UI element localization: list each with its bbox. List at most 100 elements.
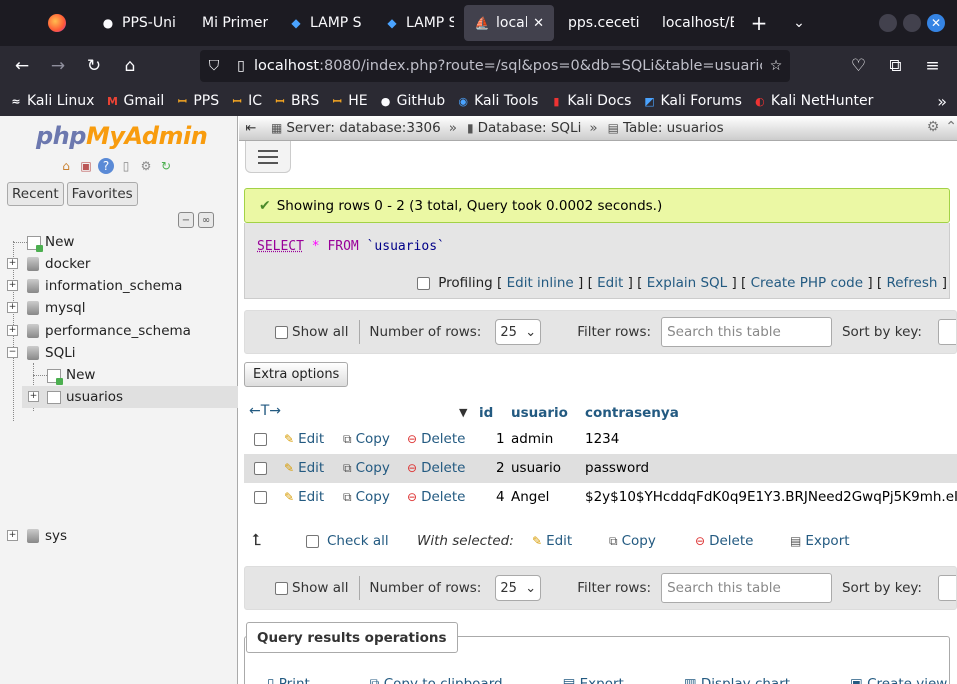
expand-icon[interactable]: + xyxy=(7,302,18,313)
expand-icon[interactable]: + xyxy=(7,258,18,269)
column-header-contrasenya[interactable]: contrasenya xyxy=(585,405,679,421)
cell-usuario[interactable]: admin xyxy=(511,431,553,447)
check-all-checkbox[interactable] xyxy=(306,535,319,548)
new-tab-icon[interactable]: + xyxy=(744,11,774,35)
bulk-copy-button[interactable]: ⧉ Copy xyxy=(609,533,656,549)
row-checkbox[interactable] xyxy=(254,491,267,504)
expand-icon[interactable]: + xyxy=(7,325,18,336)
tree-db-information-schema[interactable]: information_schema xyxy=(45,275,182,297)
recent-tables-button[interactable]: Recent xyxy=(7,182,64,206)
row-copy-link[interactable]: ⧉ Copy xyxy=(343,489,390,505)
maximize-icon[interactable] xyxy=(903,14,921,32)
browser-tab-active[interactable]: ⛵ localh ✕ xyxy=(464,5,554,41)
browser-tab[interactable]: Mi Primera xyxy=(186,5,278,41)
row-delete-link[interactable]: ⊖ Delete xyxy=(407,460,465,476)
number-of-rows-select[interactable]: 25 ⌄ xyxy=(495,575,542,601)
toggle-nav-arrow-icon[interactable]: ⇤ xyxy=(241,121,261,136)
sort-desc-icon[interactable]: ▼ xyxy=(459,406,467,419)
print-link[interactable]: ▯ Print xyxy=(267,676,340,684)
row-delete-link[interactable]: ⊖ Delete xyxy=(407,431,465,447)
bookmarks-overflow-icon[interactable]: » xyxy=(937,92,947,111)
settings-gear-icon[interactable]: ⚙ xyxy=(927,119,940,135)
shield-icon[interactable]: ⛉ xyxy=(200,58,228,74)
bookmark-ic[interactable]: ꟷ IC xyxy=(229,93,262,109)
browser-tab[interactable]: ● PPS-Uni xyxy=(90,5,186,41)
bookmark-github[interactable]: ● GitHub xyxy=(378,93,445,109)
create-php-code-link[interactable]: Create PHP code xyxy=(751,275,863,291)
column-header-id[interactable]: id xyxy=(479,405,493,421)
row-checkbox[interactable] xyxy=(254,462,267,475)
cell-usuario[interactable]: usuario xyxy=(511,460,561,476)
refresh-link[interactable]: Refresh xyxy=(886,275,937,291)
row-edit-link[interactable]: ✎ Edit xyxy=(284,489,324,505)
reload-icon[interactable]: ↻ xyxy=(76,56,112,76)
tree-db-mysql[interactable]: mysql xyxy=(45,297,86,319)
page-icon[interactable]: ▯ xyxy=(228,58,254,74)
bookmark-kali-tools[interactable]: ◉ Kali Tools xyxy=(455,93,538,109)
tree-db-docker[interactable]: docker xyxy=(45,253,90,275)
expand-icon[interactable]: + xyxy=(7,280,18,291)
link-with-main-icon[interactable]: ∞ xyxy=(198,212,214,228)
firefox-icon[interactable] xyxy=(48,14,66,32)
cell-id[interactable]: 4 xyxy=(496,489,505,505)
bookmark-brs[interactable]: ꟷ BRS xyxy=(272,93,320,109)
cell-id[interactable]: 1 xyxy=(496,431,505,447)
main-menu-toggle[interactable] xyxy=(245,141,291,173)
url-bar[interactable]: ⛉ ▯ localhost:8080/index.php?route=/sql&… xyxy=(200,50,790,82)
hamburger-menu-icon[interactable]: ≡ xyxy=(914,56,951,76)
sort-by-key-select[interactable] xyxy=(937,575,956,601)
tree-table-usuarios[interactable]: usuarios xyxy=(66,386,123,408)
sort-by-key-select[interactable] xyxy=(937,319,956,345)
collapse-icon[interactable]: − xyxy=(7,347,18,358)
pocket-icon[interactable]: ♡ xyxy=(840,56,877,76)
minimize-icon[interactable] xyxy=(879,14,897,32)
tree-item-sqli-new[interactable]: New xyxy=(66,364,95,386)
forward-icon[interactable]: → xyxy=(40,56,76,76)
settings-gear-icon[interactable]: ⚙ xyxy=(138,158,154,174)
favorite-tables-button[interactable]: Favorites xyxy=(66,182,138,206)
row-edit-link[interactable]: ✎ Edit xyxy=(284,431,324,447)
bookmark-star-icon[interactable]: ☆ xyxy=(762,58,790,74)
row-edit-link[interactable]: ✎ Edit xyxy=(284,460,324,476)
display-chart-link[interactable]: ▥ Display chart xyxy=(684,676,820,684)
check-all-link[interactable]: Check all xyxy=(327,533,389,549)
browser-tab[interactable]: ◆ LAMP S xyxy=(374,5,464,41)
bookmark-gmail[interactable]: M Gmail xyxy=(104,93,164,109)
row-copy-link[interactable]: ⧉ Copy xyxy=(343,460,390,476)
breadcrumb-table[interactable]: ▤ Table: usuarios xyxy=(598,120,724,136)
bulk-delete-button[interactable]: ⊖ Delete xyxy=(695,533,753,549)
filter-rows-input[interactable]: Search this table xyxy=(661,573,832,603)
extra-options-button[interactable]: Extra options xyxy=(244,362,349,387)
breadcrumb-database[interactable]: ▮ Database: SQLi xyxy=(457,120,581,136)
cell-contrasenya[interactable]: password xyxy=(585,460,649,476)
tree-db-sqli[interactable]: SQLi xyxy=(45,342,75,364)
collapse-top-icon[interactable]: ⌃ xyxy=(945,119,957,135)
bookmark-kali-linux[interactable]: ≈ Kali Linux xyxy=(8,93,94,109)
row-copy-link[interactable]: ⧉ Copy xyxy=(343,431,390,447)
export-link[interactable]: ▤ Export xyxy=(563,676,654,684)
expand-icon[interactable]: + xyxy=(7,530,18,541)
tab-list-icon[interactable]: ⌄ xyxy=(784,15,814,31)
back-icon[interactable]: ← xyxy=(4,56,40,76)
show-all-checkbox[interactable] xyxy=(275,581,288,595)
show-all-checkbox[interactable] xyxy=(275,325,288,339)
breadcrumb-server[interactable]: ▦ Server: database:3306 xyxy=(261,120,441,136)
profiling-checkbox[interactable] xyxy=(417,276,431,290)
tree-item-new[interactable]: New xyxy=(45,231,74,253)
browser-tab[interactable]: pps.ceceti xyxy=(554,5,650,41)
reload-nav-icon[interactable]: ↻ xyxy=(158,158,174,174)
cell-id[interactable]: 2 xyxy=(496,460,505,476)
cell-contrasenya[interactable]: 1234 xyxy=(585,431,619,447)
browser-tab[interactable]: ◆ LAMP S xyxy=(278,5,374,41)
create-view-link[interactable]: ▣ Create view xyxy=(850,676,957,684)
close-tab-icon[interactable]: ✕ xyxy=(533,16,544,31)
logout-icon[interactable]: ▣ xyxy=(78,158,94,174)
collapse-all-icon[interactable]: − xyxy=(178,212,194,228)
bulk-export-button[interactable]: ▤ Export xyxy=(790,533,850,549)
home-icon[interactable]: ⌂ xyxy=(112,56,148,76)
expand-icon[interactable]: + xyxy=(28,391,39,402)
cell-contrasenya[interactable]: $2y$10$YHcddqFdK0q9E1Y3.BRJNeed2GwqPj5K9… xyxy=(585,489,957,505)
home-icon[interactable]: ⌂ xyxy=(58,158,74,174)
bookmark-pps[interactable]: ꟷ PPS xyxy=(174,93,219,109)
filter-rows-input[interactable]: Search this table xyxy=(661,317,832,347)
